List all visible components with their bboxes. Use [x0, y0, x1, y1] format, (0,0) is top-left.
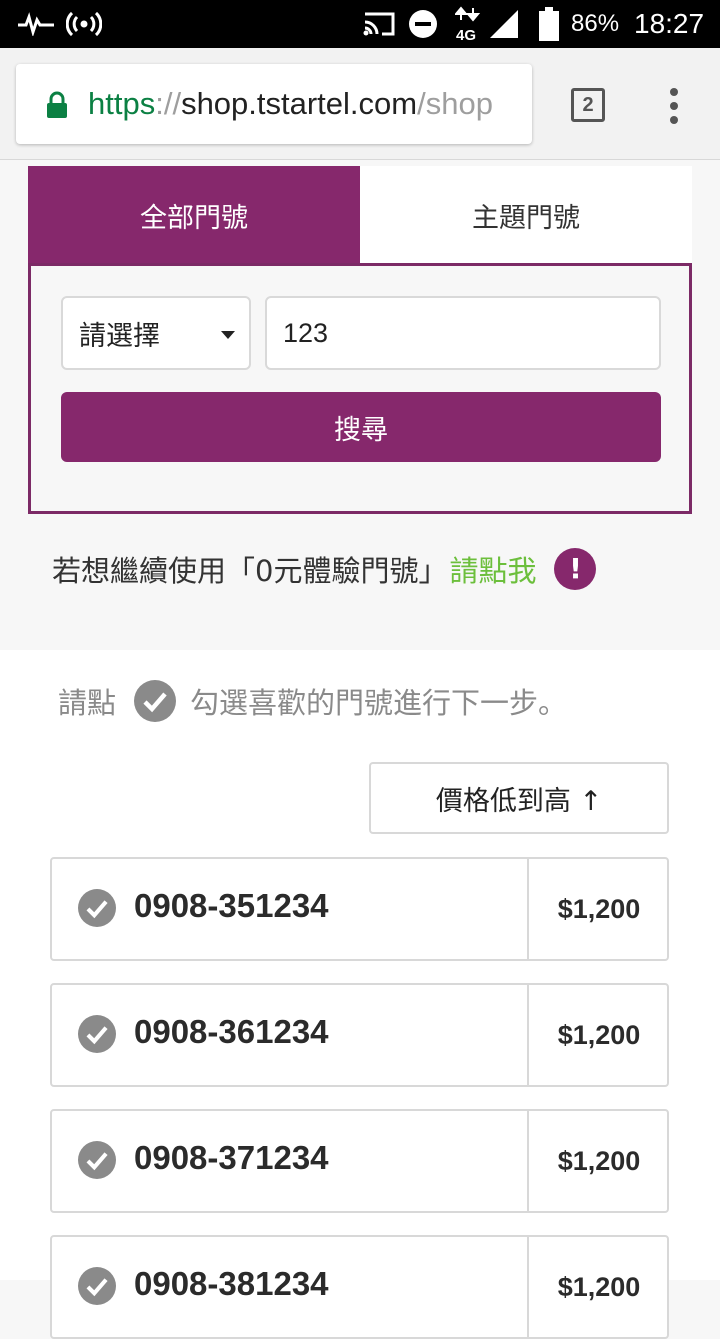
notice-text: 若想繼續使用「0元體驗門號」 — [52, 554, 448, 588]
prefix-select-label: 請選擇 — [79, 321, 160, 352]
hint-prefix: 請點 — [58, 686, 117, 720]
number-row[interactable]: 0908-381234 $1,200 — [50, 1235, 669, 1339]
lock-icon — [46, 91, 68, 123]
prefix-select[interactable]: 請選擇 — [61, 296, 251, 370]
chevron-down-icon — [221, 331, 235, 339]
number-row[interactable]: 0908-351234 $1,200 — [50, 857, 669, 961]
price: $1,200 — [557, 1019, 641, 1050]
number-row[interactable]: 0908-361234 $1,200 — [50, 983, 669, 1087]
tab-all-numbers[interactable]: 全部門號 — [28, 166, 360, 264]
check-circle-icon[interactable] — [78, 889, 116, 927]
url-bar[interactable]: https://shop.tstartel.com/shop — [16, 64, 532, 144]
info-icon[interactable]: ! — [554, 548, 597, 590]
browser-toolbar: https://shop.tstartel.com/shop 2 — [0, 48, 720, 160]
number-search-input[interactable] — [265, 296, 661, 370]
phone-number: 0908-361234 — [134, 1013, 329, 1050]
cast-icon — [362, 0, 396, 48]
check-circle-icon[interactable] — [78, 1015, 116, 1053]
hotspot-icon — [66, 0, 102, 48]
tab-theme-numbers[interactable]: 主題門號 — [360, 166, 692, 264]
pulse-icon — [18, 0, 54, 48]
trial-notice: 若想繼續使用「0元體驗門號」 請點我 ! — [52, 546, 597, 592]
phone-number: 0908-381234 — [134, 1265, 329, 1302]
number-row[interactable]: 0908-371234 $1,200 — [50, 1109, 669, 1213]
search-button[interactable]: 搜尋 — [61, 392, 661, 462]
network-4g-icon: 4G — [455, 0, 483, 48]
tab-switcher-button[interactable]: 2 — [571, 88, 605, 122]
clock: 18:27 — [634, 8, 705, 39]
svg-text:4G: 4G — [456, 27, 476, 42]
check-circle-icon[interactable] — [78, 1267, 116, 1305]
battery-icon — [538, 0, 560, 48]
selection-hint: 請點 勾選喜歡的門號進行下一步。 — [58, 678, 567, 724]
search-panel: 請選擇 搜尋 — [28, 263, 692, 514]
url-text: https://shop.tstartel.com/shop — [88, 86, 493, 121]
check-circle-icon — [134, 680, 177, 722]
signal-icon — [488, 0, 520, 48]
price: $1,200 — [557, 1145, 641, 1176]
price: $1,200 — [557, 893, 641, 924]
battery-percent: 86% — [571, 10, 620, 37]
results-section: 請點 勾選喜歡的門號進行下一步。 價格低到高 ↑ 0908-351234 $1,… — [0, 650, 720, 1339]
phone-number: 0908-351234 — [134, 887, 329, 924]
check-circle-icon[interactable] — [78, 1141, 116, 1179]
hint-suffix: 勾選喜歡的門號進行下一步。 — [190, 686, 568, 720]
number-type-tabs: 全部門號 主題門號 — [28, 166, 692, 264]
phone-number: 0908-371234 — [134, 1139, 329, 1176]
price: $1,200 — [557, 1271, 641, 1302]
status-bar: 4G 86% 18:27 — [0, 0, 720, 48]
overflow-menu-icon[interactable] — [660, 86, 688, 126]
notice-link[interactable]: 請點我 — [449, 548, 536, 590]
do-not-disturb-icon — [408, 0, 438, 48]
sort-button[interactable]: 價格低到高 ↑ — [369, 762, 669, 834]
